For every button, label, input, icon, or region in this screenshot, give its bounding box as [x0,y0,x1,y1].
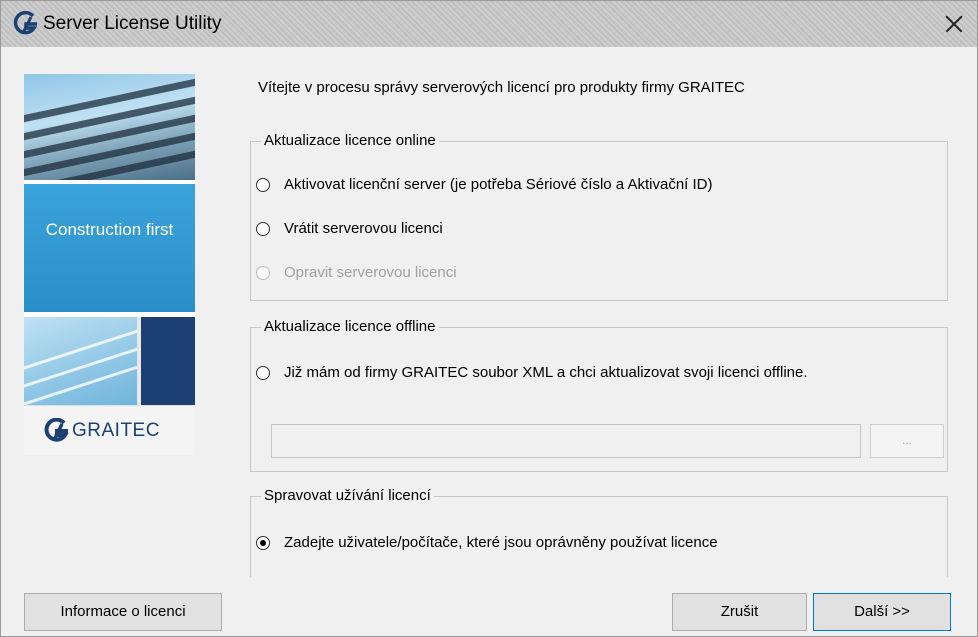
banner-building-image [24,74,195,180]
browse-button: ... [870,424,944,458]
repair-license-radio [256,266,270,280]
title-bar[interactable]: Server License Utility [1,1,977,47]
return-license-label[interactable]: Vrátit serverovou licenci [284,220,443,237]
side-banner: Construction first GRAITEC [24,74,195,455]
activate-server-label[interactable]: Aktivovat licenční server (je potřeba Sé… [284,176,713,193]
repair-license-label: Opravit serverovou licenci [284,264,457,281]
banner-bridge-image [24,317,137,405]
banner-blue-panel [24,184,195,312]
next-button[interactable]: Další >> [813,593,951,631]
window-title: Server License Utility [43,13,222,34]
return-license-radio[interactable] [256,222,270,236]
offline-group-legend: Aktualizace licence offline [261,318,439,335]
close-icon[interactable] [931,1,977,47]
manage-users-label[interactable]: Zadejte uživatele/počítače, které jsou o… [284,534,718,551]
graitec-logo-icon [44,418,69,442]
graitec-g-icon [13,11,38,35]
manage-group-legend: Spravovat užívání licencí [261,487,434,504]
graitec-logo: GRAITEC [24,405,195,455]
cancel-button[interactable]: Zrušit [672,593,807,631]
graitec-logo-text: GRAITEC [72,420,160,441]
online-group-legend: Aktualizace licence online [261,132,439,149]
manage-users-radio[interactable] [256,536,270,550]
offline-xml-radio[interactable] [256,366,270,380]
welcome-text: Vítejte v procesu správy serverových lic… [258,79,745,96]
license-info-button[interactable]: Informace o licenci [24,593,222,631]
banner-caption: Construction first [45,220,174,239]
offline-xml-label[interactable]: Již mám od firmy GRAITEC soubor XML a ch… [284,364,808,381]
license-utility-window: Server License Utility Construction firs… [0,0,978,637]
banner-dark-panel [141,317,195,405]
activate-server-radio[interactable] [256,178,270,192]
xml-file-path-field [271,424,861,458]
